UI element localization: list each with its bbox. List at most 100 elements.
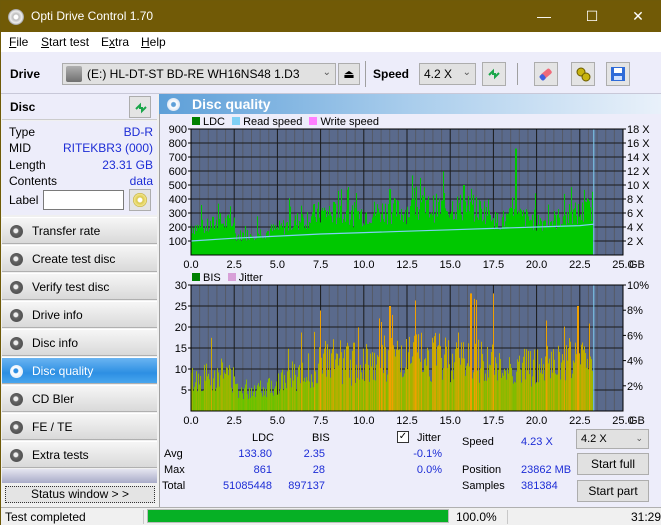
bis-bar [539,364,540,411]
bis-bar [533,359,534,411]
bis-bar [496,363,497,411]
ldc-bar [340,205,341,255]
bis-bar [532,376,533,411]
drive-select-value: (E:) HL-DT-ST BD-RE WH16NS48 1.D3 [87,67,300,81]
bis-bar [581,344,582,411]
bis-bar [330,377,331,411]
ldc-bar [201,204,202,255]
settings-button[interactable] [571,62,595,86]
status-window-button[interactable]: Status window > > [5,486,155,503]
bis-bar [309,381,310,411]
save-button[interactable] [606,62,630,86]
bis-bar [373,379,374,411]
nav-disc-info[interactable]: Disc info [2,329,157,356]
disc-label-text: Label [9,193,39,207]
close-button[interactable]: ✕ [615,1,661,32]
ldc-bar [508,213,509,255]
bis-bar [325,340,326,411]
ldc-bar [497,213,498,255]
start-part-button[interactable]: Start part [577,480,649,502]
ldc-bar [416,186,417,255]
maximize-button[interactable]: ☐ [569,1,615,32]
disc-refresh-button[interactable] [129,96,151,118]
nav-disc-quality[interactable]: Disc quality [2,357,157,384]
ldc-bar [279,220,280,255]
bis-bar [475,343,476,411]
refresh-speed-button[interactable] [482,62,506,86]
erase-button[interactable] [534,62,558,86]
menu-help[interactable]: Help [141,35,166,49]
bis-bar [443,368,444,411]
menu-start-test[interactable]: Start test [41,35,89,49]
ldc-bar [436,193,437,255]
ldc-bar [472,204,473,255]
ldc-bar [396,216,397,255]
ldc-bar [325,210,326,255]
ldc-bar [430,213,431,255]
bis-bar [307,380,308,411]
ldc-bar [373,213,374,255]
menu-file[interactable]: File [9,35,28,49]
bis-bar [400,372,401,411]
ldc-bar [582,202,583,255]
bis-bar [277,394,278,411]
ldc-bar [465,201,466,255]
bis-bar [455,348,456,411]
test-speed-select[interactable]: 4.2 X ⌄ [576,429,649,449]
disc-icon [10,225,23,238]
speed-stat-value: 4.23 X [521,436,553,448]
bis-bar [580,364,581,411]
nav-drive-info[interactable]: Drive info [2,301,157,328]
ldc-bar [256,238,257,255]
bis-bar [491,351,492,411]
ldc-bar [534,209,535,255]
ldc-bar [334,202,335,255]
bis-bar [349,377,350,411]
ldc-bar [555,214,556,255]
ldc-bar [499,229,500,255]
ldc-bar [514,209,515,255]
bis-bar [464,358,465,411]
nav-verify-test-disc[interactable]: Verify test disc [2,273,157,300]
bis-bar [240,391,241,411]
bis-bar [413,342,414,411]
drive-select[interactable]: (E:) HL-DT-ST BD-RE WH16NS48 1.D3 ⌄ [62,63,336,85]
speed-select[interactable]: 4.2 X ⌄ [419,63,476,85]
bis-bar [579,353,580,411]
bis-bar [493,293,494,411]
start-full-button[interactable]: Start full [577,453,649,475]
ldc-bar [350,219,351,255]
nav-extra-tests[interactable]: Extra tests [2,441,157,468]
ldc-bar [225,217,226,255]
bis-bar [453,379,454,411]
bis-bar [199,384,200,411]
disc-label-input[interactable] [43,190,124,210]
menu-extra[interactable]: Extra [101,35,129,49]
nav-create-test-disc[interactable]: Create test disc [2,245,157,272]
disc-value: BD-R [123,125,153,139]
minimize-button[interactable]: — [521,1,567,32]
nav-transfer-rate[interactable]: Transfer rate [2,217,157,244]
nav-fe-te[interactable]: FE / TE [2,413,157,440]
bis-bar [319,347,320,411]
menu-extra-rest: tra [115,35,130,49]
ldc-bar [536,230,537,255]
bis-bar [395,356,396,411]
bis-bar [381,322,382,411]
ldc-bar [440,213,441,255]
ldc-bar [284,234,285,255]
nav-cd-bler[interactable]: CD Bler [2,385,157,412]
bis-bar [484,380,485,411]
title-bar: Opti Drive Control 1.70 — ☐ ✕ [1,1,661,32]
ldc-bar [590,207,591,255]
ldc-bar [579,216,580,255]
bis-bar [219,386,220,411]
bis-bar [385,347,386,411]
disc-label-button[interactable] [129,189,151,211]
ldc-bar [491,221,492,255]
jitter-checkbox[interactable]: ✓ [397,431,409,443]
eject-button[interactable]: ⏏ [338,63,360,85]
bis-bar [354,342,355,411]
ldc-bar [498,228,499,255]
main-header: Disc quality [159,94,661,114]
